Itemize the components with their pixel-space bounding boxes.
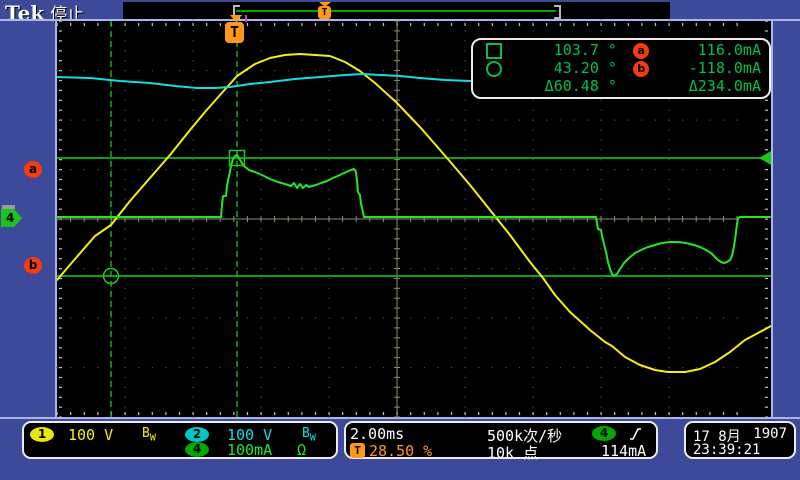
ohm-icon: Ω: [297, 441, 306, 459]
cursor-b-badge-icon: b: [633, 61, 649, 77]
ch4-badge[interactable]: 4: [185, 442, 209, 457]
channel-scales-box: 1 100 V BW 2 100 V BW 4 100mA Ω: [22, 421, 338, 459]
ch4-ground-cap: [2, 205, 15, 209]
ch1-bandwidth-icon: BW: [142, 426, 156, 444]
cursor-b-amplitude: -118.0mA: [666, 59, 769, 77]
oscilloscope-screen: Tek停止 T T a b 4 103.7 ° a 116.0mA: [0, 0, 800, 480]
ch2-badge[interactable]: 2: [185, 427, 209, 442]
cursor-b-row: 43.20 ° b -118.0mA: [473, 59, 769, 77]
cursor-a-badge-icon: a: [633, 43, 649, 59]
trigger-source-badge: 4: [592, 426, 616, 441]
cursor-b-angle: 43.20 °: [516, 59, 617, 77]
horizontal-trigger-box: 2.00ms 500k次/秒 4 T 28.50 % 10k 点 114mA: [344, 421, 658, 459]
trigger-t-icon: T: [225, 22, 244, 43]
datetime-box: 17 8月 1907 23:39:21: [684, 421, 796, 459]
time-readout: 23:39:21: [693, 442, 760, 458]
ch1-scale: 100 V: [68, 426, 113, 444]
cursor-a-row: 103.7 ° a 116.0mA: [473, 41, 769, 59]
timebase-readout: 2.00ms: [350, 425, 404, 443]
ch1-badge[interactable]: 1: [30, 427, 54, 442]
delta-angle: Δ60.48 °: [516, 77, 617, 95]
trigger-position-readout: 28.50 %: [369, 442, 432, 460]
circle-cursor-icon: [486, 61, 502, 77]
trigger-level-readout: 114mA: [601, 442, 646, 460]
reference-tick: [245, 15, 247, 22]
trigger-triangle-icon: [230, 15, 242, 22]
record-length-readout: 10k 点: [487, 442, 538, 463]
cursor-delta-row: Δ60.48 ° Δ234.0mA: [473, 77, 769, 95]
cursor-a-badge[interactable]: a: [24, 161, 42, 178]
square-cursor-icon: [486, 43, 502, 59]
cursor-a-angle: 103.7 °: [516, 41, 617, 59]
trigger-t-icon: T: [350, 443, 365, 458]
rising-slope-icon: [629, 426, 642, 441]
cursor-a-amplitude: 116.0mA: [666, 41, 769, 59]
cursor-b-badge[interactable]: b: [24, 257, 42, 274]
delta-amplitude: Δ234.0mA: [666, 77, 769, 95]
cursor-readout-box: 103.7 ° a 116.0mA 43.20 ° b -118.0mA Δ60…: [471, 38, 771, 99]
ch4-scale: 100mA: [227, 441, 272, 459]
